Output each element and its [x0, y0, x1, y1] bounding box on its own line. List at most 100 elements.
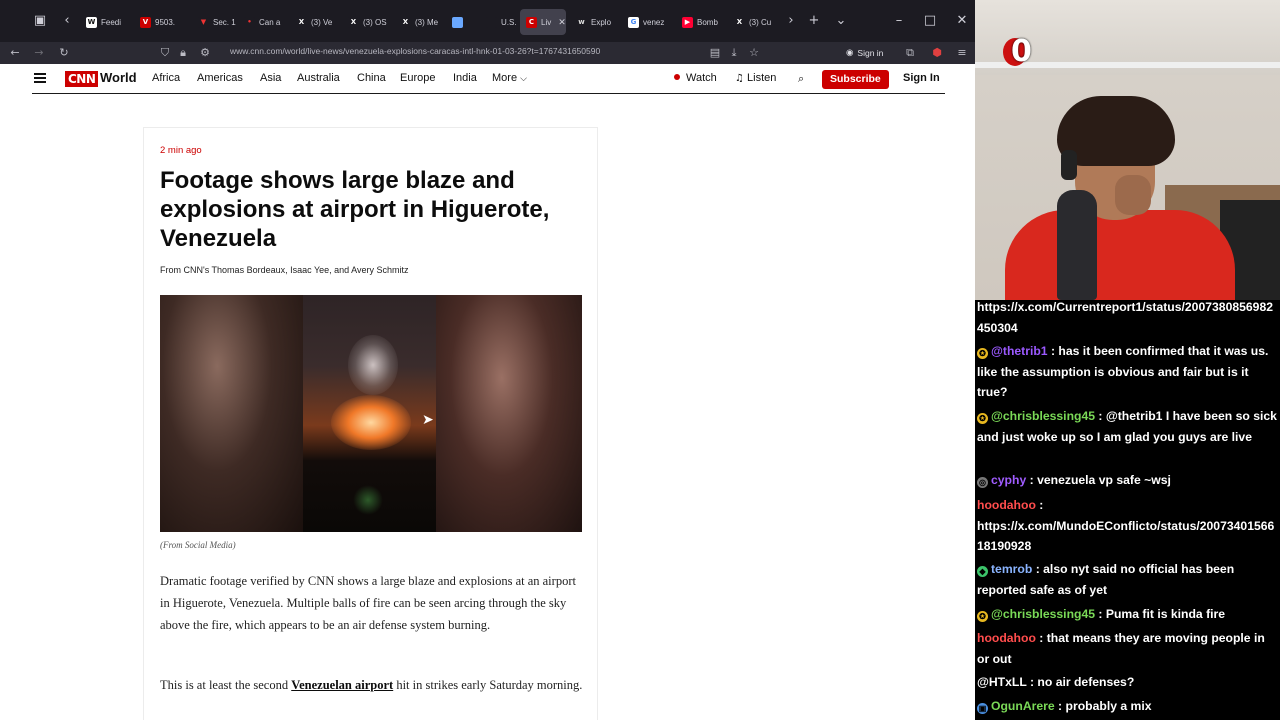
venezuelan-airport-link[interactable]: Venezuelan airport — [291, 678, 393, 692]
chat-username[interactable]: @HTxLL — [977, 675, 1027, 689]
tab-scroll-left-icon[interactable]: ‹ — [58, 12, 76, 30]
browser-tab[interactable]: X (3) Cu — [728, 9, 778, 35]
chat-username[interactable]: temrob — [991, 562, 1032, 576]
sign-in-link[interactable]: Sign In — [903, 72, 940, 84]
watch-link[interactable]: Watch — [674, 72, 717, 84]
tab-list-icon[interactable]: ⌄ — [832, 12, 850, 30]
chat-badge-icon: ▣ — [977, 703, 988, 714]
tab-favicon-icon: ▶ — [682, 16, 693, 28]
ublock-icon[interactable]: ⬢ — [928, 44, 946, 62]
chat-text: venezuela vp safe ~wsj — [1037, 473, 1171, 487]
reload-icon[interactable]: ↻ — [55, 44, 73, 62]
tab-label: Explo — [591, 17, 612, 27]
tab-favicon-icon: w — [576, 16, 587, 28]
microphone — [1057, 190, 1097, 300]
tab-label: venez — [643, 17, 665, 27]
fire-glow — [331, 395, 411, 450]
chat-separator: : — [1035, 631, 1047, 645]
browser-tab[interactable]: X (3) Ve — [290, 9, 340, 35]
nav-link-india[interactable]: India — [453, 72, 477, 84]
tab-favicon-icon: X — [400, 16, 411, 28]
search-icon[interactable]: ⌕ — [798, 72, 804, 86]
media-caption: (From Social Media) — [160, 540, 236, 550]
chat-username[interactable]: @thetrib1 — [991, 344, 1048, 358]
tab-label: (3) Cu — [749, 17, 772, 27]
browser-tab[interactable]: ▼ Sec. 1 — [192, 9, 236, 35]
smoke-plume — [348, 335, 398, 395]
chat-message: ✪ @thetrib1 : has it been confirmed that … — [977, 341, 1277, 403]
mouse-cursor-icon: ➤ — [422, 412, 434, 428]
extensions-icon[interactable]: ⧉ — [901, 44, 919, 62]
chat-separator: : — [1035, 498, 1044, 512]
bookmark-star-icon[interactable]: ☆ — [745, 44, 763, 62]
tab-favicon-icon — [486, 16, 497, 28]
minimize-icon[interactable]: – — [890, 12, 908, 30]
chat-username[interactable]: cyphy — [991, 473, 1026, 487]
forward-icon[interactable]: → — [30, 44, 48, 62]
browser-tab[interactable]: W Feedi — [80, 9, 130, 35]
tab-scroll-right-icon[interactable]: › — [782, 12, 800, 30]
shield-icon[interactable]: ⛉ — [156, 44, 174, 62]
nav-link-australia[interactable]: Australia — [297, 72, 340, 84]
live-dot-icon — [674, 74, 680, 80]
subscribe-button[interactable]: Subscribe — [822, 70, 889, 89]
chevron-down-icon: ⌵ — [520, 73, 527, 83]
save-page-icon[interactable]: ⤓ — [725, 44, 743, 62]
video-player[interactable]: ➤ — [160, 295, 582, 532]
tab-label: 9503. — [155, 17, 176, 27]
browser-tab[interactable]: V 9503. — [134, 9, 188, 35]
browser-tab[interactable]: U.S. la — [480, 9, 518, 35]
close-window-icon[interactable]: ✕ — [953, 12, 971, 30]
permissions-icon[interactable]: ⚙ — [196, 44, 214, 62]
chat-username[interactable]: OgunArere — [991, 699, 1055, 713]
nav-link-americas[interactable]: Americas — [197, 72, 243, 84]
nav-link-africa[interactable]: Africa — [152, 72, 180, 84]
chat-badge-icon: ✪ — [977, 611, 988, 622]
browser-tab[interactable]: ▶ Bomb — [676, 9, 726, 35]
blurred-right-panel — [436, 295, 582, 532]
nav-link-europe[interactable]: Europe — [400, 72, 435, 84]
listen-link[interactable]: ♫ Listen — [735, 72, 776, 84]
chat-username[interactable]: @chrisblessing45 — [991, 409, 1095, 423]
browser-tab[interactable]: w Explo — [570, 9, 620, 35]
url-input[interactable]: www.cnn.com/world/live-news/venezuela-ex… — [230, 46, 600, 56]
chat-message: ▣ OgunArere : probably a mix — [977, 696, 1277, 717]
browser-tab[interactable]: • Can a — [238, 9, 288, 35]
maximize-icon[interactable]: □ — [921, 12, 939, 30]
new-tab-icon[interactable]: + — [805, 12, 823, 30]
headphones-icon: ♫ — [735, 73, 744, 84]
nav-link-asia[interactable]: Asia — [260, 72, 281, 84]
browser-tab[interactable]: C Liv ✕ — [520, 9, 566, 35]
cnn-logo[interactable]: CNN — [65, 71, 99, 87]
browser-tab[interactable]: X (3) Me — [394, 9, 444, 35]
section-title[interactable]: World — [100, 70, 137, 85]
menu-icon[interactable]: ≡ — [953, 44, 971, 62]
nav-link-more[interactable]: More ⌵ — [492, 72, 527, 84]
tab-overview-icon[interactable]: ▣ — [31, 12, 49, 30]
back-icon[interactable]: ← — [6, 44, 24, 62]
browser-signin-button[interactable]: ◉ Sign in — [846, 45, 883, 61]
browser-tab[interactable]: Gvenez — [622, 9, 674, 35]
chat-username[interactable]: @chrisblessing45 — [991, 607, 1095, 621]
hand — [1115, 175, 1151, 215]
post-byline: From CNN's Thomas Bordeaux, Isaac Yee, a… — [160, 265, 409, 275]
chat-username[interactable]: hoodahoo — [977, 498, 1036, 512]
close-tab-icon[interactable]: ✕ — [558, 17, 566, 28]
footage-panel — [303, 295, 436, 532]
tab-favicon-icon: X — [348, 16, 359, 28]
chat-username[interactable]: hoodahoo — [977, 631, 1036, 645]
tab-favicon-icon: W — [86, 16, 97, 28]
nav-link-china[interactable]: China — [357, 72, 386, 84]
chat-separator: : — [1095, 607, 1106, 621]
tab-label: (3) Ve — [311, 17, 333, 27]
post-timestamp: 2 min ago — [160, 145, 202, 156]
reader-view-icon[interactable]: ▤ — [706, 44, 724, 62]
hamburger-menu-icon[interactable] — [34, 73, 46, 83]
lock-icon[interactable]: 🔒︎ — [174, 44, 192, 62]
browser-tab[interactable] — [446, 9, 468, 35]
browser-tab[interactable]: X (3) OS — [342, 9, 392, 35]
tab-label: Bomb — [697, 17, 718, 27]
tab-favicon-icon: C — [526, 16, 537, 28]
chat-separator: : — [1026, 675, 1038, 689]
tab-label: U.S. la — [501, 17, 518, 27]
